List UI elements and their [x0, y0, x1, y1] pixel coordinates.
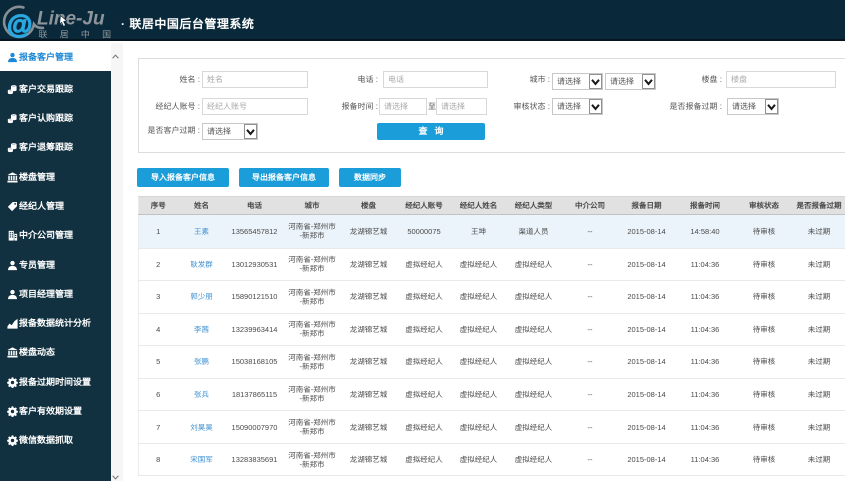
svg-text:联居中国: 联居中国 [39, 28, 119, 41]
svg-text:@: @ [7, 9, 32, 39]
svg-text:Line-Ju: Line-Ju [37, 9, 105, 30]
